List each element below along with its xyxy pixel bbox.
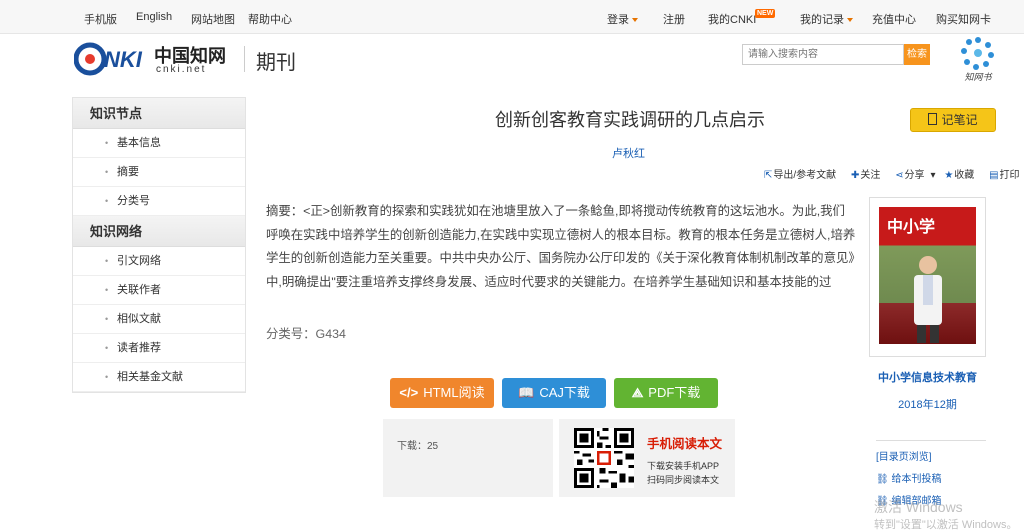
toc-browse-link[interactable]: [目录页浏览] — [876, 447, 986, 469]
my-cnki-link[interactable]: 我的CNKI — [708, 11, 756, 27]
print-button[interactable]: ▤打印 — [989, 170, 1024, 181]
printer-icon: ▤ — [989, 170, 999, 181]
article-toolbar: ⇱导出/参考文献 ✚关注 ⋖分享 ▾ ★收藏 ▤打印 — [764, 166, 1024, 181]
cover-person-illustration — [914, 256, 942, 343]
register-link[interactable]: 注册 — [663, 11, 685, 27]
sidebar-item-abstract[interactable]: 摘要 — [73, 158, 245, 187]
chevron-down-icon — [632, 18, 638, 23]
html-read-button[interactable]: </> HTML阅读 — [390, 378, 494, 408]
sidebar-item-reader-recommend[interactable]: 读者推荐 — [73, 334, 245, 363]
windows-activation-watermark: 激活 Windows — [874, 499, 963, 515]
zhiwangshu-link[interactable]: 知网书 — [956, 36, 1000, 82]
export-icon: ⇱ — [764, 170, 773, 181]
favorite-label: 收藏 — [954, 170, 975, 181]
mobile-read-title: 手机阅读本文 — [647, 437, 723, 451]
sidebar-item-citation-network[interactable]: 引文网络 — [73, 247, 245, 276]
html-read-label: HTML阅读 — [423, 385, 485, 400]
logo-divider — [244, 46, 245, 72]
journal-issue-link[interactable]: 2018年12期 — [869, 396, 986, 412]
print-label: 打印 — [999, 170, 1020, 181]
share-label: 分享 — [904, 170, 925, 181]
sidebar-item-related-authors[interactable]: 关联作者 — [73, 276, 245, 305]
article-title: 创新创客教育实践调研的几点启示 — [495, 110, 765, 130]
link-icon: ⛓ — [876, 474, 892, 485]
knowledge-network-heading: 知识网络 — [73, 216, 245, 247]
take-notes-button[interactable]: 记笔记 — [910, 108, 996, 132]
logo-domain-text: cnki.net — [156, 64, 207, 75]
english-link[interactable]: English — [136, 11, 172, 23]
cnki-logo[interactable]: NKI 中国知网 cnki.net — [73, 40, 244, 78]
book-icon: 📖 — [518, 385, 535, 400]
mobile-version-link[interactable]: 手机版 — [84, 11, 117, 27]
notebook-icon — [928, 113, 938, 125]
qr-code-icon — [574, 428, 634, 488]
zhiwangshu-label: 知网书 — [964, 72, 992, 82]
class-number: 分类号：G434 — [266, 327, 346, 341]
login-link[interactable]: 登录 — [607, 11, 638, 27]
svg-text:NKI: NKI — [104, 47, 143, 72]
journal-name-link[interactable]: 中小学信息技术教育 — [869, 369, 986, 385]
author-link[interactable]: 卢秋红 — [612, 145, 645, 161]
sidebar-item-fund-docs[interactable]: 相关基金文献 — [73, 363, 245, 392]
top-nav-bar: 手机版 English 网站地图 帮助中心 登录 注册 我的CNKI NEW 我… — [0, 0, 1024, 34]
plus-icon: ✚ — [850, 170, 860, 181]
share-button[interactable]: ⋖分享 ▾ — [895, 170, 935, 181]
follow-label: 关注 — [860, 170, 881, 181]
follow-button[interactable]: ✚关注 — [851, 170, 886, 181]
favorite-button[interactable]: ★收藏 — [944, 170, 980, 181]
pdf-download-button[interactable]: ⟁ PDF下载 — [614, 378, 718, 408]
my-records-label: 我的记录 — [800, 14, 844, 26]
my-records-link[interactable]: 我的记录 — [800, 11, 853, 27]
pdf-download-label: PDF下载 — [648, 385, 701, 400]
sidebar-item-similar-docs[interactable]: 相似文献 — [73, 305, 245, 334]
windows-activation-hint: 转到"设置"以激活 Windows。 — [874, 519, 1018, 530]
mobile-app-text: 下载安装手机APP — [647, 461, 720, 471]
abstract-text: 摘要：<正>创新教育的探索和实践犹如在池塘里放入了一条鲶鱼,即将搅动传统教育的这… — [266, 204, 856, 289]
chevron-down-icon — [847, 18, 853, 23]
recharge-link[interactable]: 充值中心 — [872, 11, 916, 27]
mobile-read-panel: 手机阅读本文 下载安装手机APP 扫码同步阅读本文 — [559, 419, 735, 497]
export-button[interactable]: ⇱导出/参考文献 — [764, 170, 842, 181]
sitemap-link[interactable]: 网站地图 — [191, 11, 235, 27]
search-button[interactable]: 检索 — [904, 44, 930, 65]
knowledge-sidebar: 知识节点 基本信息 摘要 分类号 知识网络 引文网络 关联作者 相似文献 读者推… — [72, 97, 246, 393]
submit-link[interactable]: ⛓ 给本刊投稿 — [876, 469, 986, 491]
buy-card-link[interactable]: 购买知网卡 — [936, 11, 991, 27]
pdf-icon: ⟁ — [631, 385, 644, 400]
knowledge-node-heading: 知识节点 — [73, 98, 245, 129]
journal-cover-frame[interactable]: 中小学 — [869, 197, 986, 357]
submit-label: 给本刊投稿 — [891, 474, 942, 485]
caj-download-label: CAJ下载 — [539, 385, 590, 400]
search-input[interactable] — [742, 44, 904, 65]
mobile-scan-text: 扫码同步阅读本文 — [647, 475, 720, 485]
download-count: 下载：25 — [383, 419, 553, 497]
share-icon: ⋖ — [895, 170, 904, 181]
sidebar-item-basic-info[interactable]: 基本信息 — [73, 129, 245, 158]
export-label: 导出/参考文献 — [773, 170, 837, 181]
new-badge: NEW — [755, 9, 776, 18]
login-label: 登录 — [607, 14, 629, 26]
journal-cover-image: 中小学 — [879, 207, 976, 344]
star-icon: ★ — [944, 170, 954, 181]
take-notes-label: 记笔记 — [941, 113, 978, 127]
sidebar-item-class-no[interactable]: 分类号 — [73, 187, 245, 216]
help-center-link[interactable]: 帮助中心 — [248, 11, 292, 27]
caj-download-button[interactable]: 📖 CAJ下载 — [502, 378, 606, 408]
code-icon: </> — [399, 385, 419, 400]
cover-title: 中小学 — [887, 217, 936, 236]
section-title: 期刊 — [256, 52, 296, 74]
zhiwangshu-icon — [961, 37, 994, 70]
